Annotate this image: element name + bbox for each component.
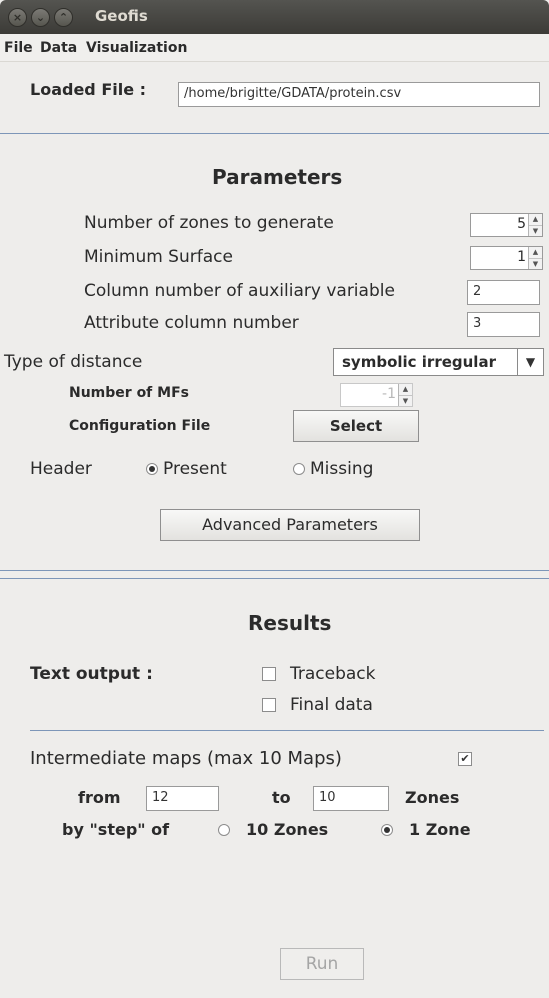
spinner-arrows-icon: ▲ ▼ xyxy=(398,384,412,406)
zones-label: Number of zones to generate xyxy=(84,213,334,233)
step-10-radio[interactable] xyxy=(218,824,230,836)
chevron-down-icon[interactable]: ▼ xyxy=(517,349,543,375)
close-icon[interactable]: × xyxy=(8,8,27,27)
divider xyxy=(0,570,549,571)
select-button[interactable]: Select xyxy=(293,410,419,442)
divider xyxy=(0,133,549,134)
menu-bar: File Data Visualization xyxy=(0,34,549,62)
header-present-radio[interactable] xyxy=(146,463,158,475)
to-label: to xyxy=(272,788,291,807)
mfs-value: -1 xyxy=(382,386,396,402)
step-1-radio[interactable] xyxy=(381,824,393,836)
results-title: Results xyxy=(248,611,332,635)
menu-visualization[interactable]: Visualization xyxy=(86,40,187,56)
zones-value: 5 xyxy=(517,216,526,232)
intermediate-maps-label: Intermediate maps (max 10 Maps) xyxy=(30,748,342,769)
min-surface-spinner[interactable]: 1 ▲ ▼ xyxy=(470,246,543,270)
divider xyxy=(0,578,549,579)
distance-label: Type of distance xyxy=(4,352,143,372)
aux-col-field[interactable]: 2 xyxy=(467,280,540,305)
header-missing-label[interactable]: Missing xyxy=(310,459,373,479)
minimize-icon[interactable]: ⌄ xyxy=(31,8,50,27)
maximize-icon[interactable]: ⌃ xyxy=(54,8,73,27)
step-1-label[interactable]: 1 Zone xyxy=(409,820,471,839)
header-present-label[interactable]: Present xyxy=(163,459,227,479)
spinner-arrows-icon[interactable]: ▲ ▼ xyxy=(528,247,542,269)
from-label: from xyxy=(78,788,121,807)
from-field[interactable]: 12 xyxy=(146,786,219,811)
title-bar: × ⌄ ⌃ Geofis xyxy=(0,0,549,34)
step-label: by "step" of xyxy=(62,820,170,839)
header-missing-radio[interactable] xyxy=(293,463,305,475)
run-button[interactable]: Run xyxy=(280,948,364,980)
min-surface-label: Minimum Surface xyxy=(84,247,233,267)
attr-col-label: Attribute column number xyxy=(84,313,299,333)
mfs-spinner: -1 ▲ ▼ xyxy=(340,383,413,407)
distance-select[interactable]: symbolic irregular ▼ xyxy=(333,348,544,376)
menu-data[interactable]: Data xyxy=(40,40,77,56)
loaded-file-field[interactable]: /home/brigitte/GDATA/protein.csv xyxy=(178,82,540,107)
spinner-arrows-icon[interactable]: ▲ ▼ xyxy=(528,214,542,236)
loaded-file-label: Loaded File : xyxy=(30,80,147,99)
zones-spinner[interactable]: 5 ▲ ▼ xyxy=(470,213,543,237)
attr-col-field[interactable]: 3 xyxy=(467,312,540,337)
header-label: Header xyxy=(30,459,92,479)
intermediate-maps-checkbox[interactable]: ✔ xyxy=(458,752,472,766)
step-10-label[interactable]: 10 Zones xyxy=(246,820,328,839)
parameters-title: Parameters xyxy=(212,165,343,189)
final-data-checkbox[interactable] xyxy=(262,698,276,712)
mfs-label: Number of MFs xyxy=(69,385,189,401)
config-file-label: Configuration File xyxy=(69,418,211,434)
traceback-checkbox[interactable] xyxy=(262,667,276,681)
window-title: Geofis xyxy=(95,7,148,25)
advanced-parameters-button[interactable]: Advanced Parameters xyxy=(160,509,420,541)
min-surface-value: 1 xyxy=(517,249,526,265)
text-output-label: Text output : xyxy=(30,664,153,684)
traceback-label[interactable]: Traceback xyxy=(290,664,376,684)
menu-file[interactable]: File xyxy=(4,40,33,56)
final-data-label[interactable]: Final data xyxy=(290,695,373,715)
to-field[interactable]: 10 xyxy=(313,786,389,811)
divider xyxy=(30,730,544,731)
zones-unit-label: Zones xyxy=(405,788,460,807)
distance-value: symbolic irregular xyxy=(342,353,496,371)
aux-col-label: Column number of auxiliary variable xyxy=(84,281,395,301)
